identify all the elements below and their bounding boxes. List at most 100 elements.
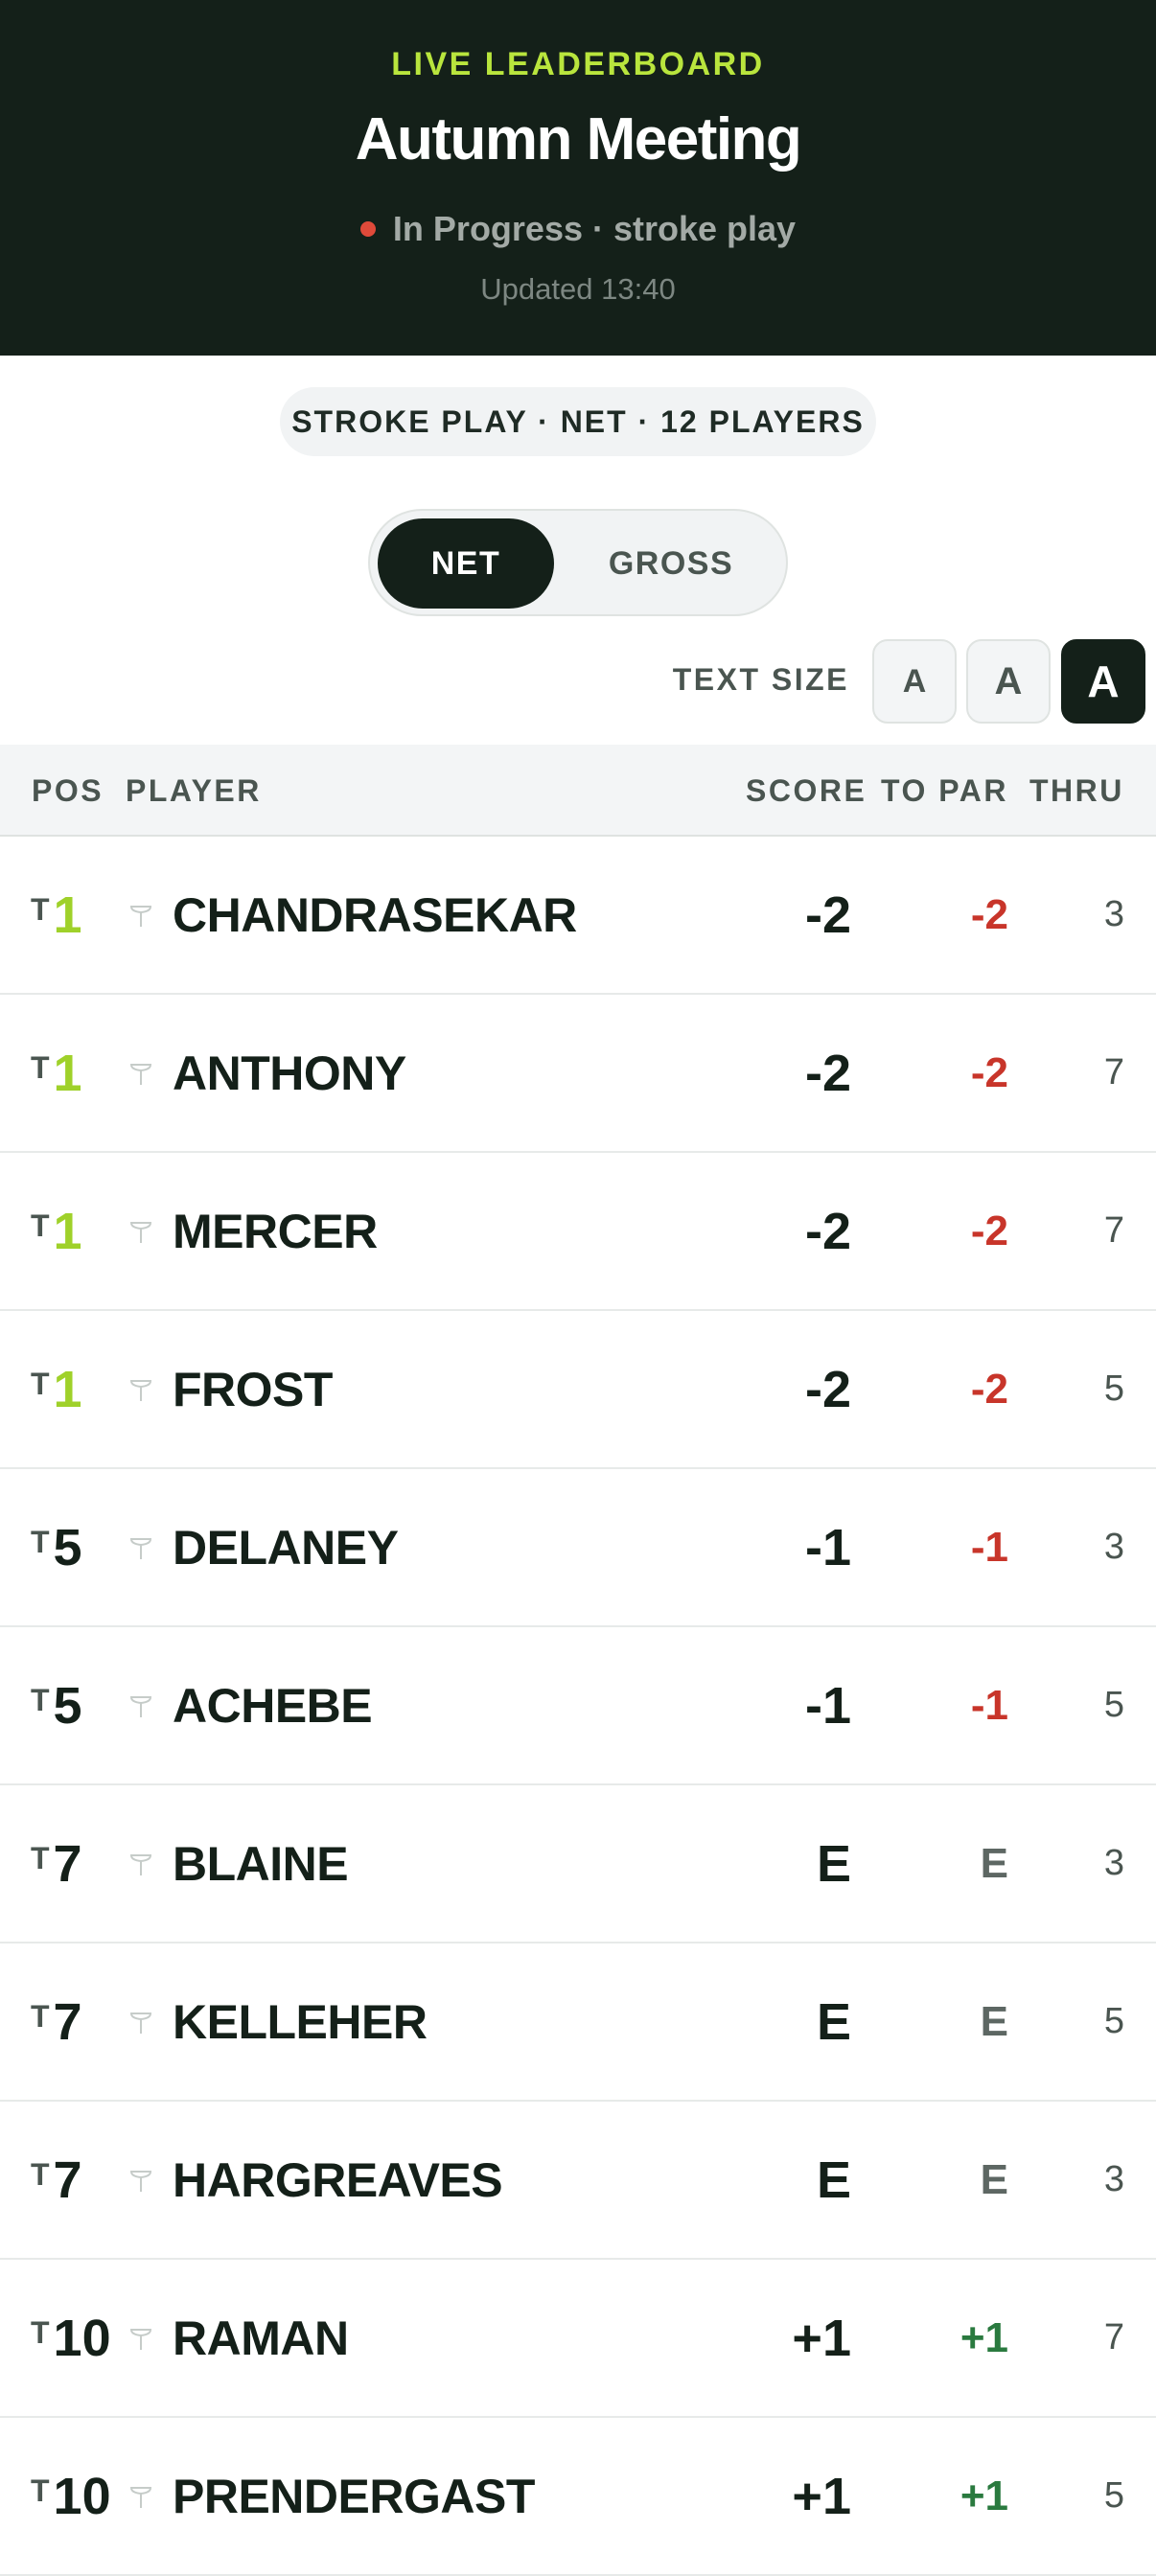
- score-value: -1: [804, 1676, 851, 1735]
- column-header-player: PLAYER: [126, 773, 262, 808]
- leaderboard-row[interactable]: T 1 CHANDRASEKAR -2 -2 3: [0, 837, 1156, 995]
- to-par-value: -1: [970, 1523, 1008, 1571]
- position-number: 1: [53, 1202, 82, 1260]
- holes-thru-value: 7: [1103, 2317, 1124, 2358]
- to-par-value: -2: [970, 1365, 1008, 1413]
- position-number: 7: [53, 2150, 82, 2209]
- golf-tee-icon: [129, 1538, 152, 1559]
- leaderboard-row[interactable]: T 1 MERCER -2 -2 7: [0, 1153, 1156, 1311]
- text-size-large-button[interactable]: A: [1061, 639, 1145, 724]
- column-header-thru: THRU: [1029, 773, 1124, 808]
- text-size-control: TEXT SIZE A A A: [0, 639, 1156, 725]
- leaderboard-header: LIVE LEADERBOARD Autumn Meeting In Progr…: [0, 0, 1156, 356]
- golf-tee-icon: [129, 1380, 152, 1401]
- event-status: In Progress · stroke play: [0, 209, 1156, 249]
- leaderboard-row[interactable]: T 5 DELANEY -1 -1 3: [0, 1469, 1156, 1627]
- score-value: +1: [792, 2309, 851, 2367]
- net-toggle-button[interactable]: NET: [378, 518, 554, 609]
- score-value: -2: [804, 1044, 851, 1102]
- position-number: 1: [53, 1360, 82, 1418]
- leaderboard-row[interactable]: T 10 PRENDERGAST +1 +1 5: [0, 2418, 1156, 2576]
- leaderboard-row[interactable]: T 1 FROST -2 -2 5: [0, 1311, 1156, 1469]
- position-number: 1: [53, 1044, 82, 1102]
- position-cell: T7: [31, 2102, 82, 2258]
- position-number: 1: [53, 886, 82, 944]
- score-value: E: [816, 1992, 851, 2051]
- tie-indicator: T: [31, 2157, 50, 2192]
- tie-indicator: T: [31, 892, 50, 927]
- golf-tee-icon: [129, 2329, 152, 2350]
- score-value: -1: [804, 1518, 851, 1576]
- position-cell: T7: [31, 1944, 82, 2100]
- position-cell: T5: [31, 1627, 82, 1783]
- score-value: +1: [792, 2467, 851, 2525]
- golf-tee-icon: [129, 2487, 152, 2508]
- leaderboard-row[interactable]: T 5 ACHEBE -1 -1 5: [0, 1627, 1156, 1785]
- player-name: CHANDRASEKAR: [173, 887, 577, 942]
- holes-thru-value: 5: [1103, 1685, 1124, 1725]
- position-cell: T1: [31, 1153, 82, 1309]
- player-name: PRENDERGAST: [173, 2469, 535, 2523]
- player-name: FROST: [173, 1362, 333, 1416]
- to-par-value: E: [980, 1997, 1008, 2045]
- holes-thru-value: 3: [1103, 1527, 1124, 1567]
- last-updated-time: Updated 13:40: [480, 272, 676, 306]
- tie-indicator: T: [31, 2473, 50, 2508]
- text-size-medium-button[interactable]: A: [966, 639, 1051, 724]
- to-par-value: E: [980, 1839, 1008, 1887]
- position-cell: T 10: [31, 2418, 111, 2574]
- live-leaderboard-label: LIVE LEADERBOARD: [391, 46, 765, 82]
- event-title: Autumn Meeting: [355, 106, 802, 172]
- tie-indicator: T: [31, 2315, 50, 2350]
- golf-tee-icon: [129, 2171, 152, 2192]
- position-cell: T5: [31, 1469, 82, 1625]
- golf-tee-icon: [129, 1064, 152, 1085]
- column-header-to-par: TO PAR: [881, 773, 1008, 808]
- leaderboard-rows: T 1 CHANDRASEKAR -2 -2 3 T 1 ANTHONY -2 -2 7 T 1 MERCE…: [0, 837, 1156, 2576]
- leaderboard-row[interactable]: T 7 BLAINE E E 3: [0, 1785, 1156, 1944]
- tie-indicator: T: [31, 1999, 50, 2034]
- to-par-value: -2: [970, 1207, 1008, 1254]
- position-number: 10: [53, 2467, 111, 2525]
- player-name: ACHEBE: [173, 1678, 373, 1733]
- leaderboard-row[interactable]: T 1 ANTHONY -2 -2 7: [0, 995, 1156, 1153]
- player-name: DELANEY: [173, 1520, 399, 1575]
- player-name: KELLEHER: [173, 1994, 428, 2049]
- position-number: 7: [53, 1834, 82, 1893]
- tie-indicator: T: [31, 1525, 50, 1559]
- to-par-value: +1: [959, 2313, 1008, 2361]
- tie-indicator: T: [31, 1208, 50, 1243]
- gross-toggle-button[interactable]: GROSS: [558, 518, 784, 609]
- golf-tee-icon: [129, 2012, 152, 2034]
- player-name: ANTHONY: [173, 1046, 406, 1100]
- holes-thru-value: 3: [1103, 2159, 1124, 2199]
- holes-thru-value: 3: [1103, 1843, 1124, 1883]
- holes-thru-value: 7: [1103, 1052, 1124, 1092]
- position-cell: T 10: [31, 2260, 111, 2416]
- leaderboard-row[interactable]: T 10 RAMAN +1 +1 7: [0, 2260, 1156, 2418]
- tie-indicator: T: [31, 1841, 50, 1875]
- text-size-small-button[interactable]: A: [872, 639, 957, 724]
- live-status-dot-icon: [359, 221, 376, 237]
- column-header-score: SCORE: [746, 773, 867, 808]
- golf-tee-icon: [129, 1854, 152, 1875]
- leaderboard-row[interactable]: T 7 HARGREAVES E E 3: [0, 2102, 1156, 2260]
- position-number: 5: [53, 1676, 82, 1735]
- tie-indicator: T: [31, 1050, 50, 1085]
- tie-indicator: T: [31, 1683, 50, 1717]
- holes-thru-value: 7: [1103, 1210, 1124, 1251]
- leaderboard-row[interactable]: T 7 KELLEHER E E 5: [0, 1944, 1156, 2102]
- position-number: 7: [53, 1992, 82, 2051]
- golf-tee-icon: [129, 1696, 152, 1717]
- to-par-value: -1: [970, 1681, 1008, 1729]
- player-name: RAMAN: [173, 2311, 349, 2365]
- position-number: 10: [53, 2309, 111, 2367]
- position-cell: T1: [31, 1311, 82, 1467]
- position-cell: T1: [31, 837, 82, 993]
- position-number: 5: [53, 1518, 82, 1576]
- leaderboard-table-header: POS PLAYER SCORE TO PAR THRU: [0, 745, 1156, 837]
- player-name: MERCER: [173, 1204, 378, 1258]
- score-value: -2: [804, 1202, 851, 1260]
- player-name: HARGREAVES: [173, 2152, 503, 2207]
- event-status-text: In Progress · stroke play: [392, 209, 797, 248]
